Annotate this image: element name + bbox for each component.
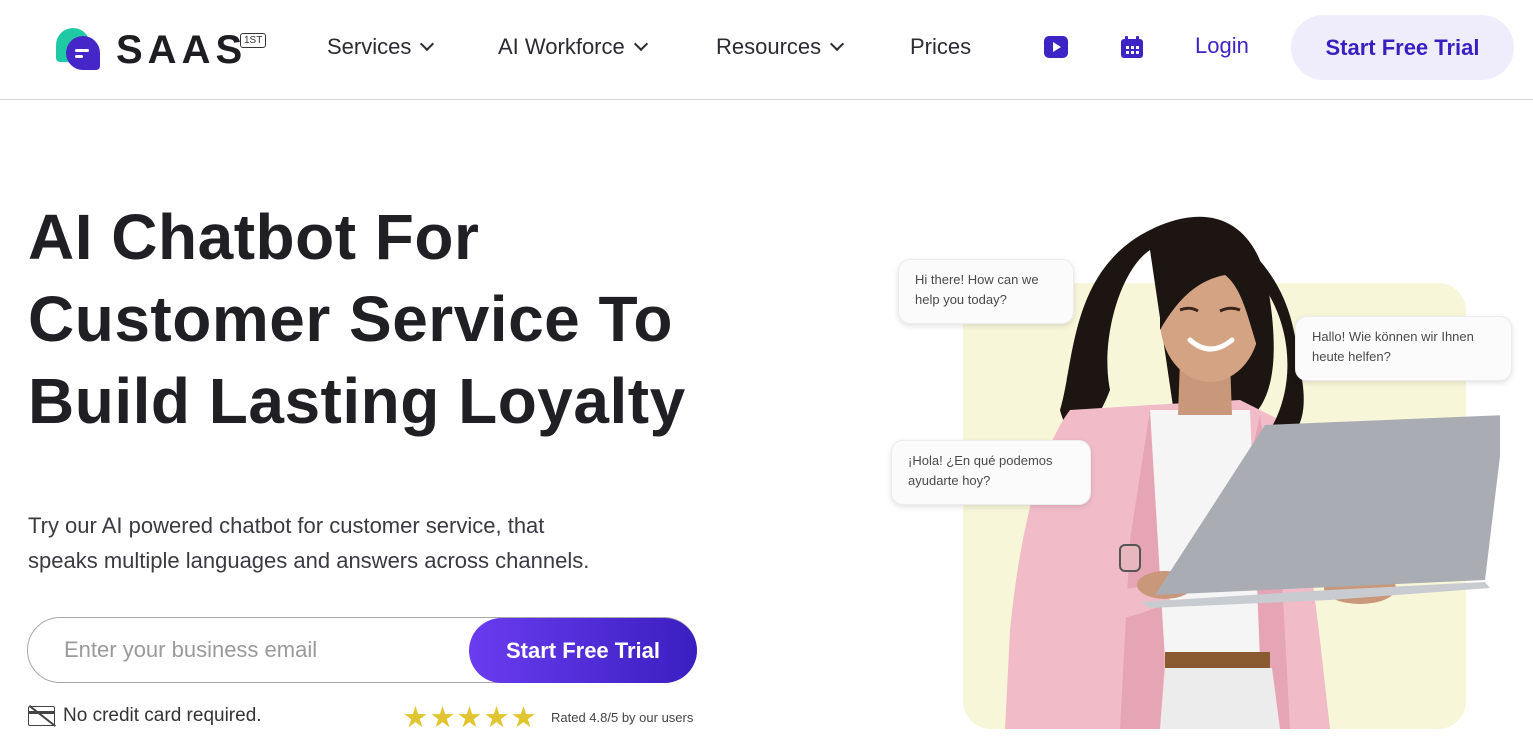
star-icon: ★	[402, 702, 429, 734]
rating-text: Rated 4.8/5 by our users	[551, 710, 694, 725]
brand-badge: 1ST	[240, 33, 267, 48]
headline-line: AI Chatbot For	[28, 201, 480, 273]
subtext-line: Try our AI powered chatbot for customer …	[28, 513, 545, 538]
headline-line: Customer Service To	[28, 283, 673, 355]
calendar-icon[interactable]	[1121, 36, 1143, 58]
nav-item-label: Services	[327, 34, 412, 59]
nav-item-label: Resources	[716, 34, 822, 59]
star-icon: ★	[429, 702, 456, 734]
brand-name: SAAS	[116, 28, 248, 72]
nav-item-label: Prices	[910, 34, 972, 59]
site-header: SAAS 1ST Services AI Workforce Resources…	[0, 0, 1533, 100]
chevron-down-icon	[830, 36, 845, 51]
hero-start-free-trial-button[interactable]: Start Free Trial	[469, 618, 697, 683]
no-credit-card-text: No credit card required.	[63, 705, 262, 726]
chat-bubble-german: Hallo! Wie können wir Ihnen heute helfen…	[1295, 316, 1512, 381]
chat-logo-icon	[56, 28, 102, 72]
star-icon: ★	[456, 702, 483, 734]
nav-item-label: AI Workforce	[498, 34, 625, 59]
no-credit-card-note: No credit card required.	[28, 705, 262, 727]
subtext-line: speaks multiple languages and answers ac…	[28, 548, 590, 573]
star-icon: ★	[483, 702, 510, 734]
nav-item-ai-workforce[interactable]: AI Workforce	[498, 33, 648, 61]
brand-logo[interactable]: SAAS 1ST	[56, 28, 267, 72]
login-link[interactable]: Login	[1195, 33, 1249, 59]
no-credit-card-icon	[28, 705, 56, 727]
business-email-input[interactable]	[64, 618, 464, 682]
header-start-free-trial-button[interactable]: Start Free Trial	[1291, 15, 1514, 80]
star-icon: ★	[510, 702, 537, 734]
chevron-down-icon	[633, 36, 648, 51]
nav-item-resources[interactable]: Resources	[716, 33, 845, 61]
nav-item-services[interactable]: Services	[327, 33, 435, 61]
chat-bubble-spanish: ¡Hola! ¿En qué podemos ayudarte hoy?	[891, 440, 1091, 505]
chevron-down-icon	[420, 36, 435, 51]
hero-subtext: Try our AI powered chatbot for customer …	[28, 508, 708, 578]
nav-item-prices[interactable]: Prices	[910, 33, 971, 61]
hero-headline: AI Chatbot For Customer Service To Build…	[28, 196, 788, 442]
rating-stars: ★ ★ ★ ★ ★	[402, 703, 537, 733]
headline-line: Build Lasting Loyalty	[28, 365, 686, 437]
youtube-icon[interactable]	[1044, 36, 1068, 58]
chat-bubble-english: Hi there! How can we help you today?	[898, 259, 1074, 324]
